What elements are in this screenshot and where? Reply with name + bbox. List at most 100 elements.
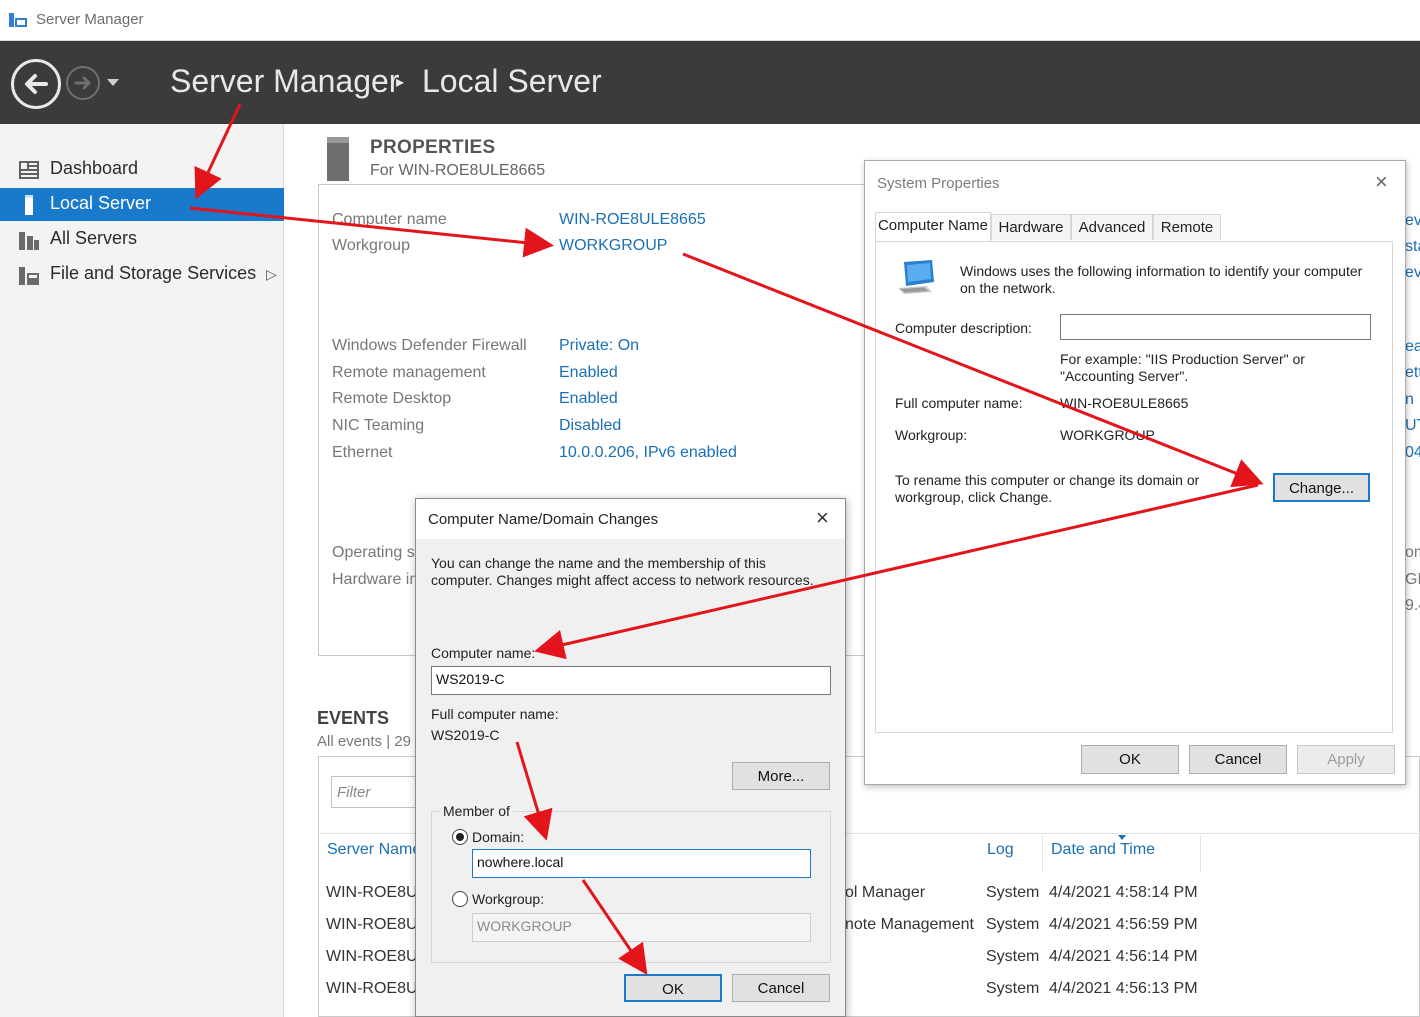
prop-value-computer-name[interactable]: WIN-ROE8ULE8665 [559, 211, 706, 229]
prop-value-remote-desktop[interactable]: Enabled [559, 390, 618, 408]
sidebar-item-label: Local Server [50, 193, 152, 213]
prop-label-ethernet: Ethernet [332, 444, 393, 461]
event-source-cell: ol Manager [845, 884, 926, 901]
chevron-right-icon[interactable]: ▷ [266, 266, 277, 283]
input-value: nowhere.local [477, 854, 564, 870]
partial-value: 042 [1405, 444, 1420, 461]
event-datetime-cell: 4/4/2021 4:56:14 PM [1049, 948, 1198, 965]
prop-label-remote-management: Remote management [332, 364, 486, 381]
full-computer-name-label: Full computer name: [431, 706, 559, 722]
cancel-button[interactable]: Cancel [1189, 745, 1287, 774]
breadcrumb-separator-icon: ▸ [396, 74, 405, 91]
event-log-cell: System [986, 884, 1040, 901]
column-header-date-time[interactable]: Date and Time [1051, 841, 1155, 859]
properties-subtitle: For WIN-ROE8ULE8665 [370, 162, 546, 179]
workgroup-radio[interactable] [452, 891, 468, 907]
cancel-button[interactable]: Cancel [732, 974, 830, 1002]
filter-placeholder: Filter [337, 784, 371, 801]
sidebar-item-label: File and Storage Services [50, 263, 257, 283]
computer-monitor-icon [898, 260, 934, 294]
prop-label-workgroup: Workgroup [332, 237, 410, 254]
input-value: WORKGROUP [477, 918, 572, 934]
forward-arrow-icon [74, 76, 91, 90]
prop-label-remote-desktop: Remote Desktop [332, 390, 452, 407]
dialog-title: Computer Name/Domain Changes [428, 511, 659, 528]
computer-name-label: Computer name: [431, 645, 536, 661]
sidebar-item-local-server[interactable]: Local Server [0, 188, 284, 221]
tab-computer-name[interactable]: Computer Name [875, 212, 991, 242]
events-title: EVENTS [317, 708, 390, 728]
button-label: Cancel [757, 980, 805, 997]
tab-label: Advanced [1078, 219, 1146, 236]
tab-remote[interactable]: Remote [1153, 214, 1221, 240]
partial-value: eal [1405, 338, 1420, 355]
event-server-cell: WIN-ROE8UL [326, 916, 427, 933]
domain-radio[interactable] [452, 829, 468, 845]
change-button[interactable]: Change... [1273, 473, 1370, 502]
close-icon[interactable]: × [816, 505, 829, 531]
computer-name-tab-panel: Windows uses the following information t… [875, 241, 1393, 733]
event-source-cell: note Management [845, 916, 974, 933]
tab-advanced[interactable]: Advanced [1071, 214, 1153, 240]
workgroup-value: WORKGROUP [1060, 427, 1155, 443]
tab-label: Remote [1160, 219, 1214, 236]
event-server-cell: WIN-ROE8UL [326, 884, 427, 901]
forward-button[interactable] [66, 66, 100, 100]
intro-text-line1: Windows uses the following information t… [960, 263, 1363, 279]
computer-description-input[interactable] [1060, 314, 1371, 340]
header-bar: Server Manager ▸ Local Server [0, 41, 1420, 124]
prop-label-firewall: Windows Defender Firewall [332, 337, 527, 354]
input-value: WS2019-C [436, 671, 505, 687]
rename-text-line2: workgroup, click Change. [895, 489, 1053, 505]
prop-value-remote-management[interactable]: Enabled [559, 364, 618, 382]
file-storage-icon [19, 267, 39, 285]
tab-hardware[interactable]: Hardware [991, 214, 1071, 240]
prop-value-nic-teaming[interactable]: Disabled [559, 417, 621, 435]
button-label: More... [757, 768, 805, 785]
history-dropdown-icon[interactable] [104, 75, 122, 89]
breadcrumb-root[interactable]: Server Manager [170, 63, 399, 100]
prop-label-operating-system: Operating s [332, 544, 415, 561]
ok-button[interactable]: OK [624, 974, 722, 1002]
properties-title: PROPERTIES [370, 137, 496, 158]
member-of-label: Member of [440, 803, 513, 820]
column-header-server-name[interactable]: Server Name [327, 841, 421, 859]
computer-name-input[interactable]: WS2019-C [431, 666, 831, 695]
event-log-cell: System [986, 948, 1040, 965]
full-computer-name-value: WS2019-C [431, 727, 500, 743]
close-icon[interactable]: × [1375, 169, 1388, 195]
sidebar-item-dashboard[interactable]: Dashboard [0, 153, 284, 186]
partial-value: 9.4 [1405, 597, 1420, 614]
partial-value: sta [1405, 238, 1420, 255]
intro-text-line1: You can change the name and the membersh… [431, 555, 766, 571]
partial-value: ett [1405, 364, 1420, 381]
event-server-cell: WIN-ROE8UL [326, 948, 427, 965]
column-divider [1200, 836, 1201, 872]
apply-button[interactable]: Apply [1297, 745, 1395, 774]
column-header-log[interactable]: Log [987, 841, 1014, 859]
sort-descending-icon [1118, 835, 1126, 840]
partial-value: ev [1405, 212, 1420, 229]
more-button[interactable]: More... [732, 762, 830, 790]
dialog-titlebar: Computer Name/Domain Changes × [416, 499, 845, 539]
ok-button[interactable]: OK [1081, 745, 1179, 774]
partial-value: om [1405, 544, 1420, 561]
workgroup-label: Workgroup: [895, 427, 968, 443]
button-label: OK [1119, 751, 1141, 768]
breadcrumb-current: Local Server [422, 63, 602, 99]
domain-input[interactable]: nowhere.local [472, 849, 811, 878]
back-button[interactable] [11, 59, 61, 109]
button-label: Cancel [1214, 751, 1262, 768]
prop-value-workgroup[interactable]: WORKGROUP [559, 237, 667, 255]
sidebar-item-file-storage[interactable]: File and Storage Services ▷ [0, 258, 284, 291]
column-divider [1042, 836, 1043, 872]
workgroup-label: Workgroup: [472, 891, 545, 907]
example-text-line1: For example: "IIS Production Server" or [1060, 351, 1305, 367]
sidebar-item-all-servers[interactable]: All Servers [0, 223, 284, 256]
prop-value-firewall[interactable]: Private: On [559, 337, 639, 355]
prop-value-ethernet[interactable]: 10.0.0.206, IPv6 enabled [559, 444, 737, 462]
server-tower-icon [327, 137, 349, 181]
sidebar-item-label: All Servers [50, 228, 138, 248]
workgroup-input[interactable]: WORKGROUP [472, 913, 811, 942]
system-properties-dialog: System Properties × Computer Name Hardwa… [864, 160, 1406, 785]
